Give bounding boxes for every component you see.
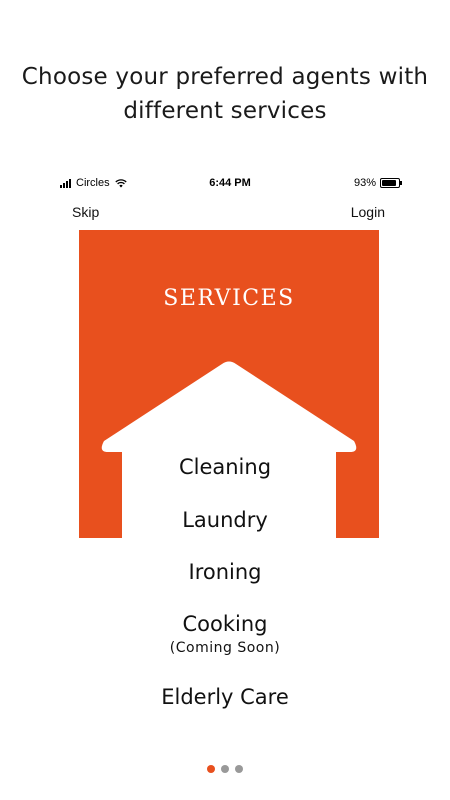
service-item-laundry[interactable]: Laundry: [0, 508, 450, 532]
service-item-ironing[interactable]: Ironing: [0, 560, 450, 584]
house-icon: [101, 361, 357, 538]
service-item-cooking[interactable]: Cooking: [0, 612, 450, 636]
page-dot-2[interactable]: [221, 765, 229, 773]
service-item-elderly-care[interactable]: Elderly Care: [0, 685, 450, 709]
page-dot-3[interactable]: [235, 765, 243, 773]
page-indicator: [0, 765, 450, 773]
cooking-coming-soon-note: (Coming Soon): [169, 640, 281, 656]
page-dot-1[interactable]: [207, 765, 215, 773]
service-item-cleaning[interactable]: Cleaning: [0, 455, 450, 479]
